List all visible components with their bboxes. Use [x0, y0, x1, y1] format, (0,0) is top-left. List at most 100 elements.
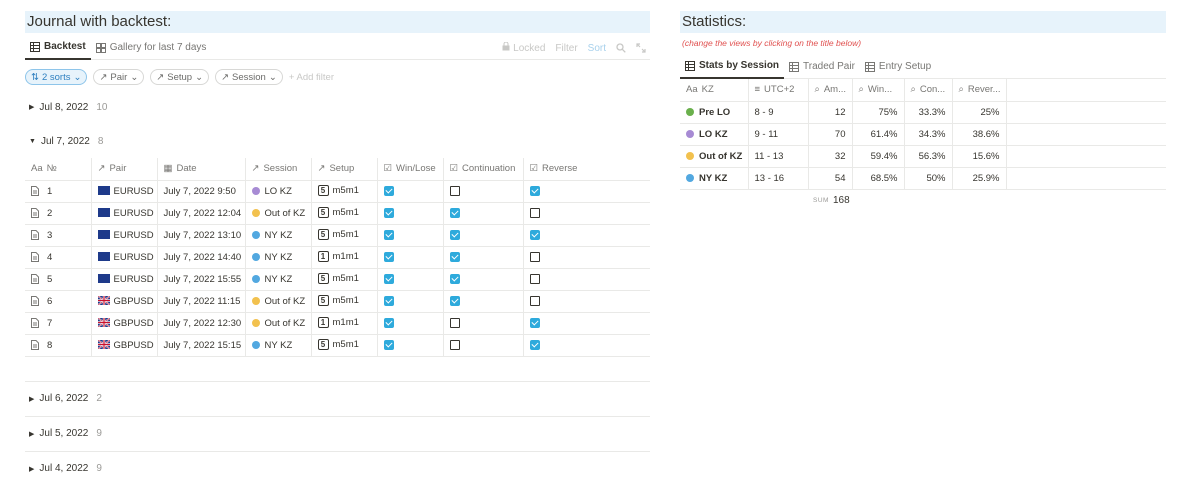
cell-session[interactable]: NY KZ — [245, 334, 312, 357]
cell-reverse[interactable] — [523, 224, 650, 247]
col-header-session[interactable]: ↗ Session — [245, 158, 312, 181]
cell-pair[interactable]: EURUSD — [91, 246, 158, 269]
cell-session[interactable]: Out of KZ — [245, 202, 312, 225]
cell-setup[interactable]: 1 m1m1 — [311, 246, 378, 269]
checkbox-checked[interactable] — [449, 295, 460, 306]
col-header-win[interactable]: ⌕ Win... — [852, 79, 905, 102]
tab-traded-pair[interactable]: Traded Pair — [784, 55, 860, 79]
group-header-jul5[interactable]: ▶ Jul 5, 2022 9 — [25, 417, 650, 451]
cell-continuation[interactable] — [443, 334, 524, 357]
checkbox-checked[interactable] — [383, 295, 394, 306]
cell-session[interactable]: LO KZ — [245, 180, 312, 203]
table-row[interactable]: Pre LO 8 - 9 12 75% 33.3% 25% — [680, 101, 1166, 124]
col-header-continuation[interactable]: ☑ Continuation — [443, 158, 524, 181]
cell-kz[interactable]: Pre LO — [680, 101, 749, 124]
checkbox-checked[interactable] — [529, 229, 540, 240]
table-row[interactable]: Out of KZ 11 - 13 32 59.4% 56.3% 15.6% — [680, 145, 1166, 168]
session-filter-chip[interactable]: ↗ Session ⌄ — [215, 69, 283, 85]
checkbox-checked[interactable] — [449, 207, 460, 218]
sorts-chip[interactable]: ⇅ 2 sorts ⌄ — [25, 69, 88, 85]
cell-pair[interactable]: EURUSD — [91, 224, 158, 247]
checkbox-unchecked[interactable] — [449, 339, 460, 350]
cell-utc[interactable]: 13 - 16 — [748, 167, 809, 190]
checkbox-checked[interactable] — [383, 273, 394, 284]
col-header-kz[interactable]: Aa KZ — [680, 79, 749, 102]
checkbox-unchecked[interactable] — [449, 185, 460, 196]
cell-setup[interactable]: 5 m5m1 — [311, 268, 378, 291]
cell-winlose[interactable] — [377, 180, 444, 203]
cell-date[interactable]: July 7, 2022 12:04 — [157, 202, 246, 225]
table-row[interactable]: 7 GBPUSD July 7, 2022 12:30 Out of KZ 1 m1m1 — [25, 312, 650, 335]
cell-session[interactable]: NY KZ — [245, 246, 312, 269]
cell-continuation[interactable] — [443, 312, 524, 335]
cell-reverse[interactable] — [523, 312, 650, 335]
cell-kz[interactable]: Out of KZ — [680, 145, 749, 168]
cell-continuation[interactable] — [443, 290, 524, 313]
cell-utc[interactable]: 11 - 13 — [748, 145, 809, 168]
col-header-rev[interactable]: ⌕ Rever... — [952, 79, 1007, 102]
group-header-jul6[interactable]: ▶ Jul 6, 2022 2 — [25, 382, 650, 416]
cell-date[interactable]: July 7, 2022 14:40 — [157, 246, 246, 269]
col-header-number[interactable]: Aa № — [25, 158, 92, 181]
cell-rev[interactable]: 25.9% — [952, 167, 1007, 190]
cell-pair[interactable]: GBPUSD — [91, 312, 158, 335]
expand-icon[interactable] — [636, 43, 646, 53]
cell-amount[interactable]: 12 — [808, 101, 853, 124]
cell-con[interactable]: 33.3% — [904, 101, 953, 124]
cell-pair[interactable]: GBPUSD — [91, 334, 158, 357]
cell-continuation[interactable] — [443, 202, 524, 225]
checkbox-unchecked[interactable] — [529, 295, 540, 306]
cell-date[interactable]: July 7, 2022 12:30 — [157, 312, 246, 335]
cell-con[interactable]: 56.3% — [904, 145, 953, 168]
group-header-jul8[interactable]: ▶ Jul 8, 2022 10 — [25, 90, 650, 124]
cell-winlose[interactable] — [377, 268, 444, 291]
cell-setup[interactable]: 5 m5m1 — [311, 290, 378, 313]
cell-date[interactable]: July 7, 2022 11:15 — [157, 290, 246, 313]
checkbox-checked[interactable] — [383, 229, 394, 240]
cell-continuation[interactable] — [443, 268, 524, 291]
col-header-utc[interactable]: ≡ UTC+2 — [748, 79, 809, 102]
cell-reverse[interactable] — [523, 334, 650, 357]
checkbox-unchecked[interactable] — [529, 207, 540, 218]
table-row[interactable]: NY KZ 13 - 16 54 68.5% 50% 25.9% — [680, 167, 1166, 190]
cell-number[interactable]: 6 — [25, 290, 92, 313]
cell-session[interactable]: NY KZ — [245, 224, 312, 247]
cell-setup[interactable]: 5 m5m1 — [311, 202, 378, 225]
tab-stats-by-session[interactable]: Stats by Session — [680, 55, 785, 79]
col-header-reverse[interactable]: ☑ Reverse — [523, 158, 650, 181]
cell-number[interactable]: 7 — [25, 312, 92, 335]
cell-number[interactable]: 5 — [25, 268, 92, 291]
cell-rev[interactable]: 15.6% — [952, 145, 1007, 168]
checkbox-checked[interactable] — [529, 317, 540, 328]
checkbox-checked[interactable] — [383, 251, 394, 262]
cell-winlose[interactable] — [377, 224, 444, 247]
cell-number[interactable]: 8 — [25, 334, 92, 357]
table-row[interactable]: 1 EURUSD July 7, 2022 9:50 LO KZ 5 m5m1 — [25, 180, 650, 203]
cell-utc[interactable]: 8 - 9 — [748, 101, 809, 124]
cell-reverse[interactable] — [523, 246, 650, 269]
checkbox-unchecked[interactable] — [529, 273, 540, 284]
checkbox-checked[interactable] — [449, 229, 460, 240]
cell-kz[interactable]: NY KZ — [680, 167, 749, 190]
checkbox-unchecked[interactable] — [529, 251, 540, 262]
cell-continuation[interactable] — [443, 180, 524, 203]
table-row[interactable]: 2 EURUSD July 7, 2022 12:04 Out of KZ 5 m5m1 — [25, 202, 650, 225]
cell-pair[interactable]: EURUSD — [91, 180, 158, 203]
checkbox-checked[interactable] — [529, 185, 540, 196]
cell-setup[interactable]: 1 m1m1 — [311, 312, 378, 335]
col-header-setup[interactable]: ↗ Setup — [311, 158, 378, 181]
cell-date[interactable]: July 7, 2022 15:55 — [157, 268, 246, 291]
cell-reverse[interactable] — [523, 268, 650, 291]
locked-button[interactable]: Locked — [502, 41, 545, 54]
cell-date[interactable]: July 7, 2022 13:10 — [157, 224, 246, 247]
cell-continuation[interactable] — [443, 224, 524, 247]
cell-winlose[interactable] — [377, 246, 444, 269]
checkbox-checked[interactable] — [383, 185, 394, 196]
tab-backtest[interactable]: Backtest — [25, 36, 91, 60]
checkbox-checked[interactable] — [449, 251, 460, 262]
cell-kz[interactable]: LO KZ — [680, 123, 749, 146]
tab-gallery[interactable]: Gallery for last 7 days — [91, 36, 212, 60]
cell-reverse[interactable] — [523, 180, 650, 203]
cell-win[interactable]: 59.4% — [852, 145, 905, 168]
group-header-jul4[interactable]: ▶ Jul 4, 2022 9 — [25, 452, 650, 486]
